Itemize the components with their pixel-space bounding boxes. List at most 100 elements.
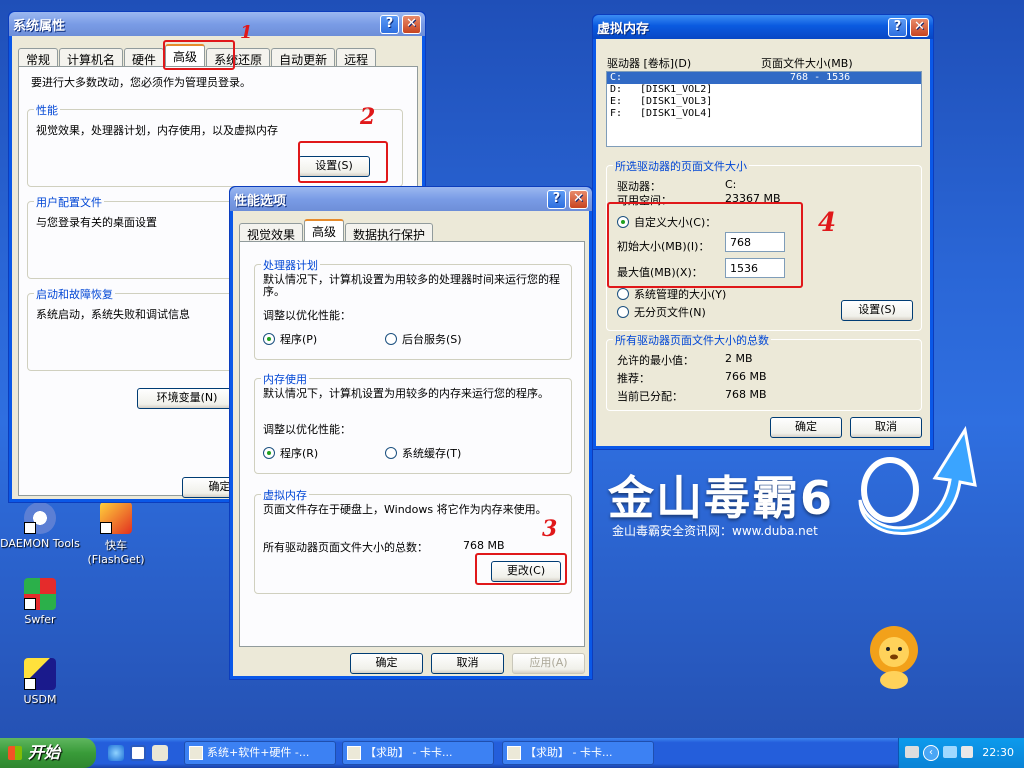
window-title: 性能选项 — [234, 193, 287, 209]
taskbar-button-2[interactable]: 【求助】 - 卡卡... — [342, 741, 494, 765]
desktop-icon-label: USDM — [23, 693, 57, 706]
desktop-icon-swfer[interactable]: Swfer — [0, 578, 80, 626]
radio-label: 后台服务(S) — [402, 333, 462, 346]
desktop-icon-flashget[interactable]: 快车 (FlashGet) — [76, 502, 156, 566]
memory-programs-radio[interactable]: 程序(R) — [263, 445, 318, 461]
tab-visual-effects[interactable]: 视觉效果 — [239, 223, 304, 242]
user-profiles-desc: 与您登录有关的桌面设置 — [36, 216, 157, 229]
usdm-icon — [24, 658, 56, 690]
set-button[interactable]: 设置(S) — [841, 300, 913, 321]
drive-size: 768 - 1536 — [790, 72, 851, 83]
close-button[interactable]: ✕ — [569, 190, 588, 209]
virtual-memory-ok-button[interactable]: 确定 — [770, 417, 842, 438]
help-button[interactable]: ? — [547, 190, 566, 209]
lion-mascot-icon — [870, 626, 918, 689]
total-paging-group: 所有驱动器页面文件大小的总数 允许的最小值： 2 MB 推荐： 766 MB 当… — [606, 332, 922, 411]
performance-options-ok-button[interactable]: 确定 — [350, 653, 423, 674]
start-label: 开始 — [28, 743, 61, 762]
drive-list[interactable]: C: 768 - 1536 D: [DISK1_VOL2] E: [DISK1_VOL… — [606, 71, 922, 147]
desktop-icon-label: Swfer — [24, 613, 56, 626]
virtual-memory-titlebar[interactable]: 虚拟内存 ? ✕ — [593, 15, 933, 39]
recommended-label: 推荐： — [617, 372, 650, 385]
radio-label: 无分页文件(N) — [634, 306, 706, 319]
tray-expand-icon[interactable]: ‹ — [923, 745, 939, 761]
tab-computer-name[interactable]: 计算机名 — [59, 48, 124, 67]
drive-letter: F: — [610, 108, 623, 119]
volume-icon[interactable] — [961, 746, 973, 758]
drive-row[interactable]: C: 768 - 1536 — [607, 72, 921, 84]
drive-volume: [DISK1_VOL3] — [640, 96, 713, 107]
brand-subtitle: 金山毒霸安全资讯网：www.duba.net — [612, 524, 818, 538]
processor-scheduling-group: 处理器计划 默认情况下，计算机设置为用较多的处理器时间来运行您的程序。 调整以优… — [254, 257, 572, 360]
drive-row[interactable]: F: [DISK1_VOL4] — [607, 108, 921, 120]
taskbar-button-label: 【求助】 - 卡卡... — [365, 746, 453, 759]
performance-options-cancel-button[interactable]: 取消 — [431, 653, 504, 674]
recommended-value: 766 MB — [725, 370, 767, 383]
performance-options-client: 视觉效果 高级 数据执行保护 处理器计划 默认情况下，计算机设置为用较多的处理器… — [233, 211, 589, 676]
drive-letter: C: — [610, 72, 623, 83]
memory-usage-group: 内存使用 默认情况下，计算机设置为用较多的内存来运行您的程序。 调整以优化性能：… — [254, 371, 572, 474]
show-desktop-icon[interactable] — [152, 745, 168, 761]
flashget-icon — [100, 502, 132, 534]
window-icon — [507, 746, 521, 760]
help-button[interactable]: ? — [888, 18, 907, 37]
tab-dep[interactable]: 数据执行保护 — [345, 223, 434, 242]
environment-variables-button[interactable]: 环境变量(N) — [137, 388, 237, 409]
drive-volume: [DISK1_VOL2] — [640, 84, 713, 95]
taskbar-button-label: 【求助】 - 卡卡... — [525, 746, 613, 759]
drive-row[interactable]: E: [DISK1_VOL3] — [607, 96, 921, 108]
drive-column-header: 驱动器 [卷标](D) — [607, 57, 692, 70]
desktop-icon-label: 快车 (FlashGet) — [87, 539, 145, 566]
drive-row[interactable]: D: [DISK1_VOL2] — [607, 84, 921, 96]
processor-background-radio[interactable]: 后台服务(S) — [385, 331, 462, 347]
tab-hardware[interactable]: 硬件 — [124, 48, 165, 67]
taskbar-button-3[interactable]: 【求助】 - 卡卡... — [502, 741, 654, 765]
processor-programs-radio[interactable]: 程序(P) — [263, 331, 317, 347]
tab-advanced[interactable]: 高级 — [304, 219, 345, 241]
startup-recovery-desc: 系统启动，系统失败和调试信息 — [36, 308, 190, 321]
desktop-icon-daemon-tools[interactable]: DAEMON Tools — [0, 502, 80, 550]
clock: 22:30 — [982, 746, 1014, 759]
start-button[interactable]: 开始 — [0, 738, 96, 768]
processor-scheduling-title: 处理器计划 — [261, 257, 320, 273]
desktop-icon-usdm[interactable]: USDM — [0, 658, 80, 706]
system-managed-radio[interactable]: 系统管理的大小(Y) — [617, 286, 726, 302]
performance-options-apply-button[interactable]: 应用(A) — [512, 653, 585, 674]
swfer-icon — [24, 578, 56, 610]
min-allowed-value: 2 MB — [725, 352, 753, 365]
advanced-tab-panel: 处理器计划 默认情况下，计算机设置为用较多的处理器时间来运行您的程序。 调整以优… — [239, 241, 585, 647]
radio-dot — [263, 447, 275, 459]
performance-options-titlebar[interactable]: 性能选项 ? ✕ — [230, 187, 592, 211]
drive-volume — [640, 72, 790, 84]
virtual-memory-cancel-button[interactable]: 取消 — [850, 417, 922, 438]
virtual-memory-desc: 页面文件存在于硬盘上，Windows 将它作为内存来使用。 — [263, 503, 547, 516]
memory-system-cache-radio[interactable]: 系统缓存(T) — [385, 445, 461, 461]
close-button[interactable]: ✕ — [910, 18, 929, 37]
tab-auto-update[interactable]: 自动更新 — [271, 48, 336, 67]
help-button[interactable]: ? — [380, 15, 399, 34]
size-column-header: 页面文件大小(MB) — [761, 57, 853, 70]
network-icon[interactable] — [943, 746, 957, 758]
window-title: 系统属性 — [13, 18, 66, 34]
radio-label: 程序(R) — [280, 447, 319, 460]
virtual-memory-total-label: 所有驱动器页面文件大小的总数： — [263, 541, 428, 554]
ie-icon[interactable] — [108, 745, 124, 761]
no-paging-file-radio[interactable]: 无分页文件(N) — [617, 304, 706, 320]
processor-adjust-label: 调整以优化性能： — [263, 309, 351, 322]
radio-dot — [263, 333, 275, 345]
system-tray: ‹ 22:30 — [898, 738, 1024, 768]
radio-dot — [385, 333, 397, 345]
user-profiles-title: 用户配置文件 — [34, 194, 104, 210]
annotation-box-advanced-tab — [163, 40, 235, 70]
currently-allocated-value: 768 MB — [725, 388, 767, 401]
system-properties-titlebar[interactable]: 系统属性 ? ✕ — [9, 12, 425, 36]
virtual-memory-title: 虚拟内存 — [261, 487, 309, 503]
tab-remote[interactable]: 远程 — [336, 48, 377, 67]
taskbar-button-1[interactable]: 系统+软件+硬件 -... — [184, 741, 336, 765]
word-icon[interactable] — [130, 745, 146, 761]
tab-general[interactable]: 常规 — [18, 48, 59, 67]
drive-letter: E: — [610, 96, 623, 107]
close-button[interactable]: ✕ — [402, 15, 421, 34]
keyboard-icon[interactable] — [905, 746, 919, 758]
performance-options-tabs: 视觉效果 高级 数据执行保护 — [239, 219, 434, 242]
